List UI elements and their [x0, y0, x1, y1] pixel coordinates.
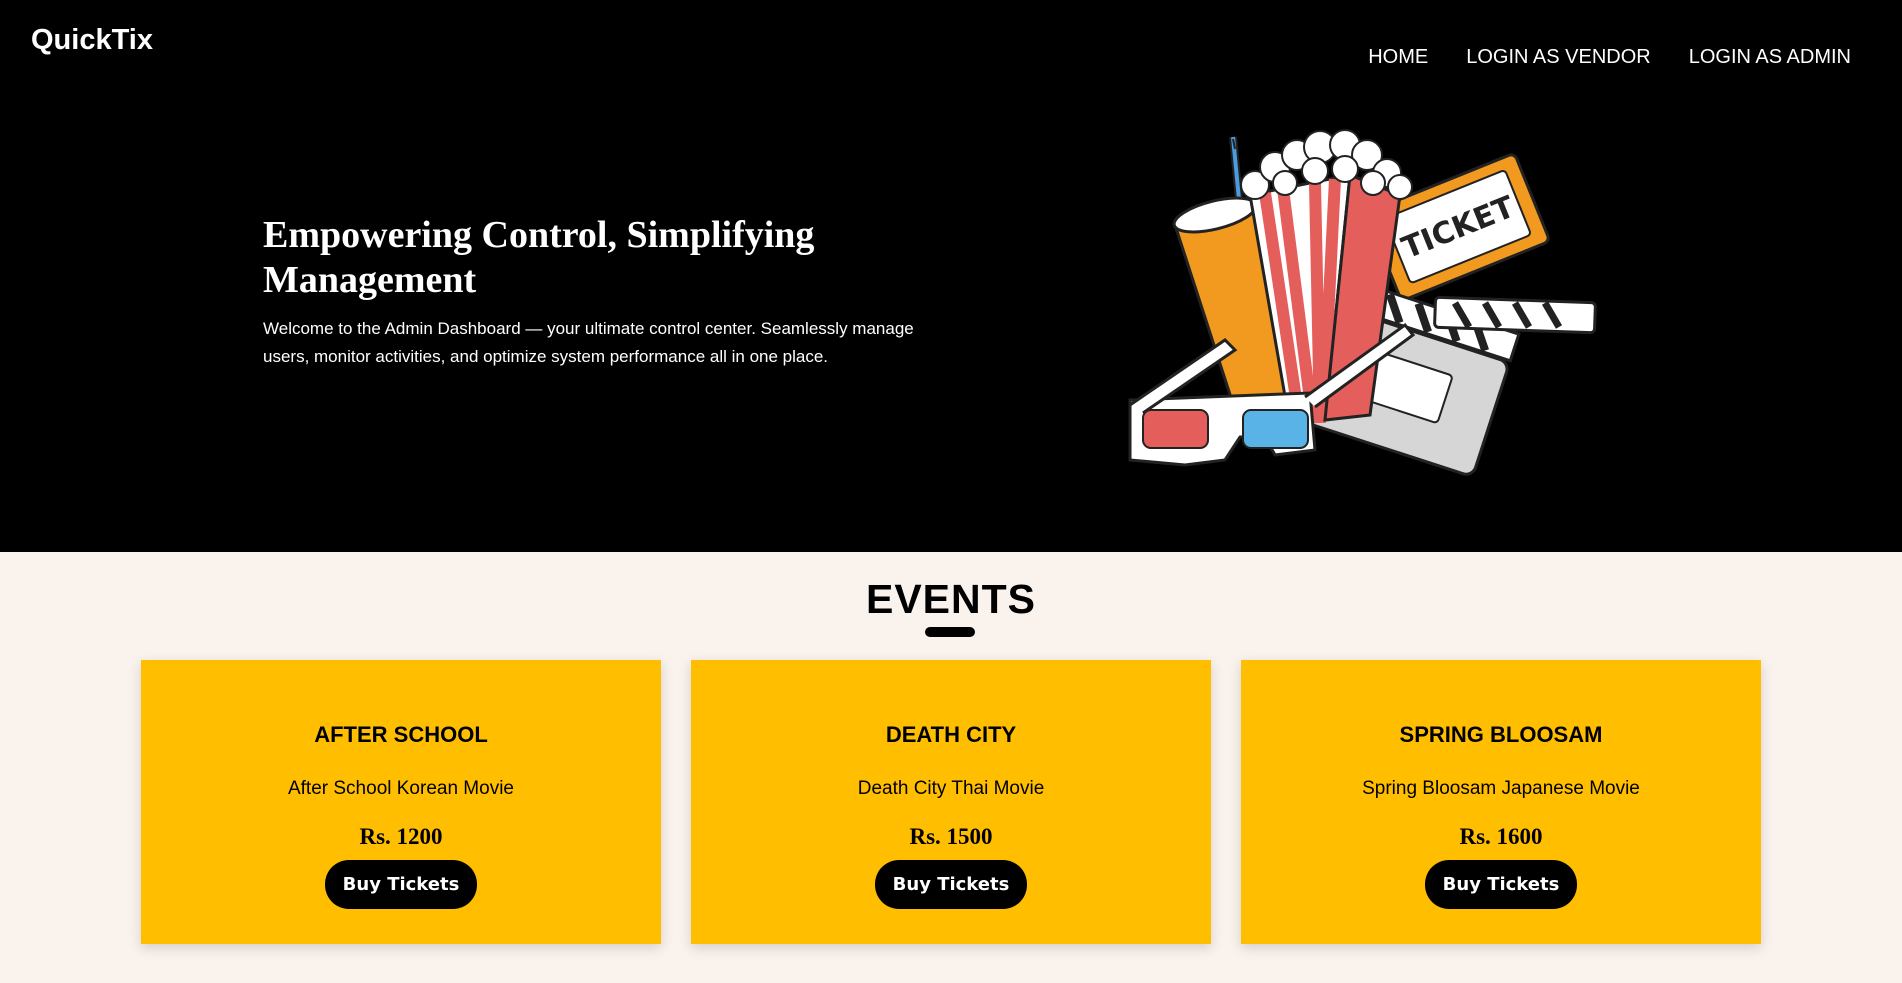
event-title: DEATH CITY [885, 722, 1017, 747]
buy-tickets-button[interactable]: Buy Tickets [875, 860, 1027, 909]
events-heading-underline [925, 627, 975, 637]
hero-title: Empowering Control, Simplifying Manageme… [263, 214, 815, 301]
event-card: AFTER SCHOOL After School Korean Movie R… [141, 660, 661, 944]
event-description: After School Korean Movie [287, 778, 514, 799]
hero-text: Empowering Control, Simplifying Manageme… [263, 213, 963, 371]
cinema-illustration: TICKET [1128, 129, 1597, 476]
event-card: DEATH CITY Death City Thai Movie Rs. 150… [691, 660, 1211, 944]
event-description: Spring Bloosam Japanese Movie [1362, 778, 1640, 799]
nav-login-admin[interactable]: LOGIN AS ADMIN [1689, 46, 1851, 69]
event-description: Death City Thai Movie [857, 778, 1045, 799]
event-price: Rs. 1600 [1459, 824, 1543, 849]
event-card: SPRING BLOOSAM Spring Bloosam Japanese M… [1241, 660, 1761, 944]
buy-tickets-button[interactable]: Buy Tickets [1425, 860, 1577, 909]
events-grid: AFTER SCHOOL After School Korean Movie R… [141, 660, 1761, 944]
event-title: SPRING BLOOSAM [1399, 722, 1603, 747]
event-price: Rs. 1500 [909, 824, 993, 849]
main-nav: HOME LOGIN AS VENDOR LOGIN AS ADMIN [1368, 46, 1851, 69]
events-heading: EVENTS [865, 576, 1037, 622]
event-price: Rs. 1200 [359, 824, 443, 849]
buy-tickets-button[interactable]: Buy Tickets [325, 860, 477, 909]
hero-section: QuickTix HOME LOGIN AS VENDOR LOGIN AS A… [0, 0, 1902, 552]
nav-login-vendor[interactable]: LOGIN AS VENDOR [1466, 46, 1651, 69]
event-title: AFTER SCHOOL [314, 722, 488, 747]
hero-description: Welcome to the Admin Dashboard — your ul… [263, 319, 914, 366]
nav-home[interactable]: HOME [1368, 46, 1428, 69]
logo[interactable]: QuickTix [31, 24, 153, 57]
